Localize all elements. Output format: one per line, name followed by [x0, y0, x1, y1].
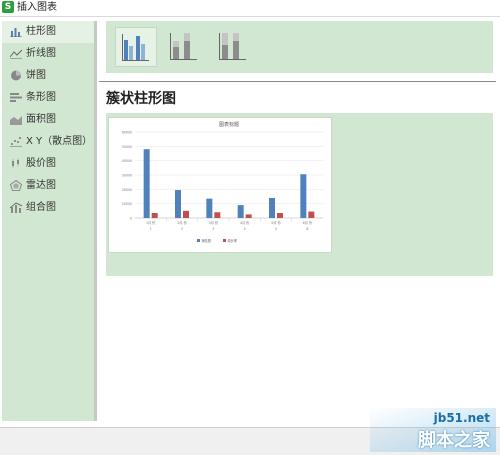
x-tick-label: 3 — [212, 227, 214, 231]
subtype-percent-stacked-column[interactable] — [213, 27, 253, 65]
y-tick-label: 30000 — [122, 174, 132, 178]
watermark-name: 脚本之家 — [418, 430, 490, 451]
sidebar-item-bar[interactable]: 条形图 — [2, 87, 94, 109]
bar-chart-icon — [10, 93, 22, 102]
chart-type-sidebar: 柱形图 折线图 饼图 条形图 面积图 X Y（散点图） 股价图 雷达图 组合图 — [2, 21, 95, 421]
scatter-chart-icon — [10, 137, 22, 147]
legend-label: 销售额 — [202, 238, 212, 243]
combo-chart-icon — [10, 202, 22, 213]
x-tick-label: 1 — [150, 227, 152, 231]
y-tick-label: 20000 — [122, 188, 132, 192]
bar-blue — [143, 149, 150, 218]
sidebar-item-label: X Y（散点图） — [26, 136, 93, 147]
stacked-column-icon — [170, 33, 197, 60]
radar-chart-icon — [10, 180, 22, 191]
sidebar-item-label: 柱形图 — [26, 26, 56, 37]
sidebar-item-label: 股价图 — [26, 158, 56, 169]
pie-chart-icon — [11, 70, 21, 81]
sidebar-item-stock[interactable]: 股价图 — [2, 153, 94, 175]
watermark-url: jb51.net — [433, 411, 490, 425]
x-tick-label: 5月 份 — [271, 220, 281, 225]
sidebar-item-pie[interactable]: 饼图 — [2, 65, 94, 87]
x-tick-label: 4月 份 — [240, 220, 250, 225]
legend-swatch — [223, 239, 226, 242]
x-tick-label: 3月 份 — [209, 220, 219, 225]
chart-title: 图表标题 — [219, 121, 239, 128]
sidebar-item-label: 饼图 — [26, 70, 46, 81]
x-tick-label: 1月 份 — [146, 220, 156, 225]
chart-type-heading: 簇状柱形图 — [106, 91, 176, 107]
sidebar-item-label: 面积图 — [26, 114, 56, 125]
x-tick-label: 4 — [244, 227, 246, 231]
sidebar-item-label: 条形图 — [26, 92, 56, 103]
y-tick-label: 40000 — [122, 159, 132, 163]
x-tick-label: 6 — [306, 227, 308, 231]
bar-blue — [300, 174, 307, 218]
chart-subtype-strip — [106, 21, 493, 73]
sidebar-item-scatter[interactable]: X Y（散点图） — [2, 131, 94, 153]
bar-red — [277, 212, 283, 218]
section-divider — [99, 81, 496, 82]
bar-red — [151, 212, 158, 218]
y-tick-label: 60000 — [122, 131, 132, 135]
bar-red — [183, 210, 189, 218]
bar-red — [308, 211, 315, 218]
legend-label: 增长率 — [228, 238, 238, 243]
clustered-column-chart: 图表标题 0 10000 20000 30000 40000 50000 60000 1月 份 1… — [122, 121, 323, 243]
y-tick-label: 50000 — [122, 145, 132, 149]
sidebar-item-label: 组合图 — [26, 202, 56, 213]
bar-blue — [206, 198, 213, 218]
sidebar-item-column[interactable]: 柱形图 — [2, 21, 94, 43]
legend-swatch — [197, 239, 200, 242]
sidebar-item-radar[interactable]: 雷达图 — [2, 175, 94, 197]
x-tick-label: 2月 份 — [177, 220, 187, 225]
line-chart-icon — [10, 49, 22, 59]
x-tick-label: 6月 份 — [303, 220, 313, 225]
bar-red — [245, 214, 252, 218]
chart-preview-area: 图表标题 0 10000 20000 30000 40000 50000 60000 1月 份 1… — [106, 113, 493, 276]
x-tick-label: 2 — [181, 227, 183, 231]
pane-splitter[interactable] — [95, 21, 97, 421]
insert-chart-dialog: 柱形图 折线图 饼图 条形图 面积图 X Y（散点图） 股价图 雷达图 组合图 … — [0, 17, 500, 428]
bar-blue — [175, 190, 181, 218]
x-tick-label: 5 — [275, 227, 277, 231]
app-logo-icon: S — [2, 1, 14, 13]
sidebar-item-line[interactable]: 折线图 — [2, 43, 94, 65]
title-bar: S 插入图表 — [0, 0, 500, 17]
site-watermark: jb51.net 脚本之家 — [370, 408, 496, 452]
y-tick-label: 0 — [130, 217, 132, 221]
bar-blue — [237, 205, 244, 218]
sidebar-item-label: 折线图 — [26, 48, 56, 59]
clustered-column-icon — [122, 34, 149, 61]
bar-red — [214, 212, 221, 218]
sidebar-item-label: 雷达图 — [26, 180, 56, 191]
chart-preview-pane: 簇状柱形图 图表标题 0 10000 20000 30000 40000 50000 6000… — [99, 17, 496, 427]
sidebar-item-combo[interactable]: 组合图 — [2, 197, 94, 219]
area-chart-icon — [10, 116, 22, 125]
chart-preview[interactable]: 图表标题 0 10000 20000 30000 40000 50000 60000 1月 份 1… — [108, 117, 332, 253]
bar-blue — [269, 197, 275, 218]
column-chart-icon — [10, 28, 22, 37]
y-tick-label: 10000 — [122, 202, 132, 206]
stock-chart-icon — [12, 158, 19, 168]
subtype-clustered-column[interactable] — [115, 27, 157, 67]
sidebar-item-area[interactable]: 面积图 — [2, 109, 94, 131]
percent-stacked-column-icon — [219, 33, 246, 60]
window-title: 插入图表 — [17, 2, 57, 13]
subtype-stacked-column[interactable] — [164, 27, 204, 65]
